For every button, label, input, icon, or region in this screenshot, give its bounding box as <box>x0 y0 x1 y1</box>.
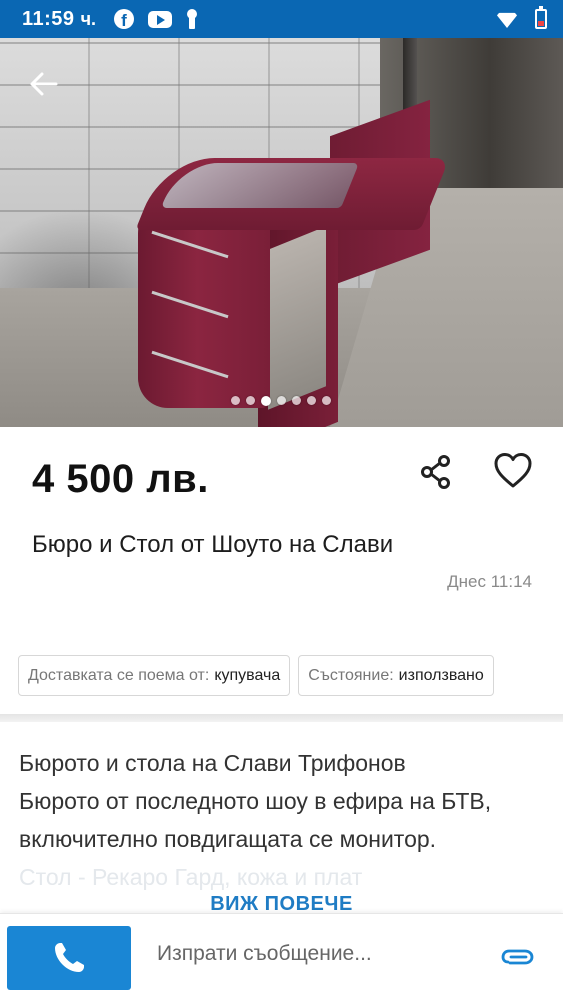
paperclip-icon[interactable] <box>500 944 536 972</box>
description-line-faded: Стол - Рекаро Гард, кожа и плат <box>19 864 363 890</box>
keyhole-icon <box>186 9 198 29</box>
chip-label: Състояние: <box>308 666 394 684</box>
status-bar: 11:59 ч. f <box>0 0 563 38</box>
status-time: 11:59 <box>22 7 75 30</box>
bottom-action-bar <box>0 913 563 1000</box>
delivery-chip: Доставката се поема от: купувача <box>18 655 291 696</box>
listing-price: 4 500 лв. <box>32 457 209 501</box>
listing-attributes: Доставката се поема от: купувача Състоян… <box>18 655 494 696</box>
battery-icon <box>535 6 547 29</box>
call-button[interactable] <box>7 926 131 990</box>
description-line: Бюрото от последното шоу в ефира на БТВ, <box>19 788 492 814</box>
heart-icon[interactable] <box>492 450 534 492</box>
gallery-dot <box>231 396 240 405</box>
gallery-dot <box>246 396 255 405</box>
youtube-icon <box>148 10 173 28</box>
photo-gallery[interactable] <box>0 38 563 427</box>
message-input[interactable] <box>157 942 477 966</box>
phone-icon <box>55 943 84 972</box>
listing-title: Бюро и Стол от Шоуто на Слави <box>32 531 394 558</box>
gallery-pagination-dots <box>231 395 331 406</box>
chip-value: използвано <box>398 666 484 684</box>
gallery-dot <box>307 396 316 405</box>
notification-icons: f <box>114 9 198 29</box>
description-line: Бюрото и стола на Слави Трифонов <box>19 750 406 776</box>
listing-description: Бюрото и стола на Слави Трифонов Бюрото … <box>19 744 549 896</box>
gallery-dot <box>277 396 286 405</box>
back-arrow-icon[interactable] <box>26 68 62 100</box>
condition-chip: Състояние: използвано <box>298 655 494 696</box>
listing-date: Днес 11:14 <box>447 572 532 591</box>
wifi-icon <box>495 10 519 28</box>
facebook-icon: f <box>114 9 135 29</box>
description-line: включително повдигащата се монитор. <box>19 826 437 852</box>
gallery-dot <box>322 396 331 405</box>
system-icons <box>495 6 547 29</box>
gallery-dot <box>292 396 301 405</box>
share-icon[interactable] <box>418 452 456 492</box>
status-time-suffix: ч. <box>80 8 97 29</box>
section-divider <box>0 714 563 722</box>
chip-label: Доставката се поема от: <box>28 666 210 684</box>
chip-value: купувача <box>214 666 281 684</box>
gallery-dot <box>261 395 271 406</box>
